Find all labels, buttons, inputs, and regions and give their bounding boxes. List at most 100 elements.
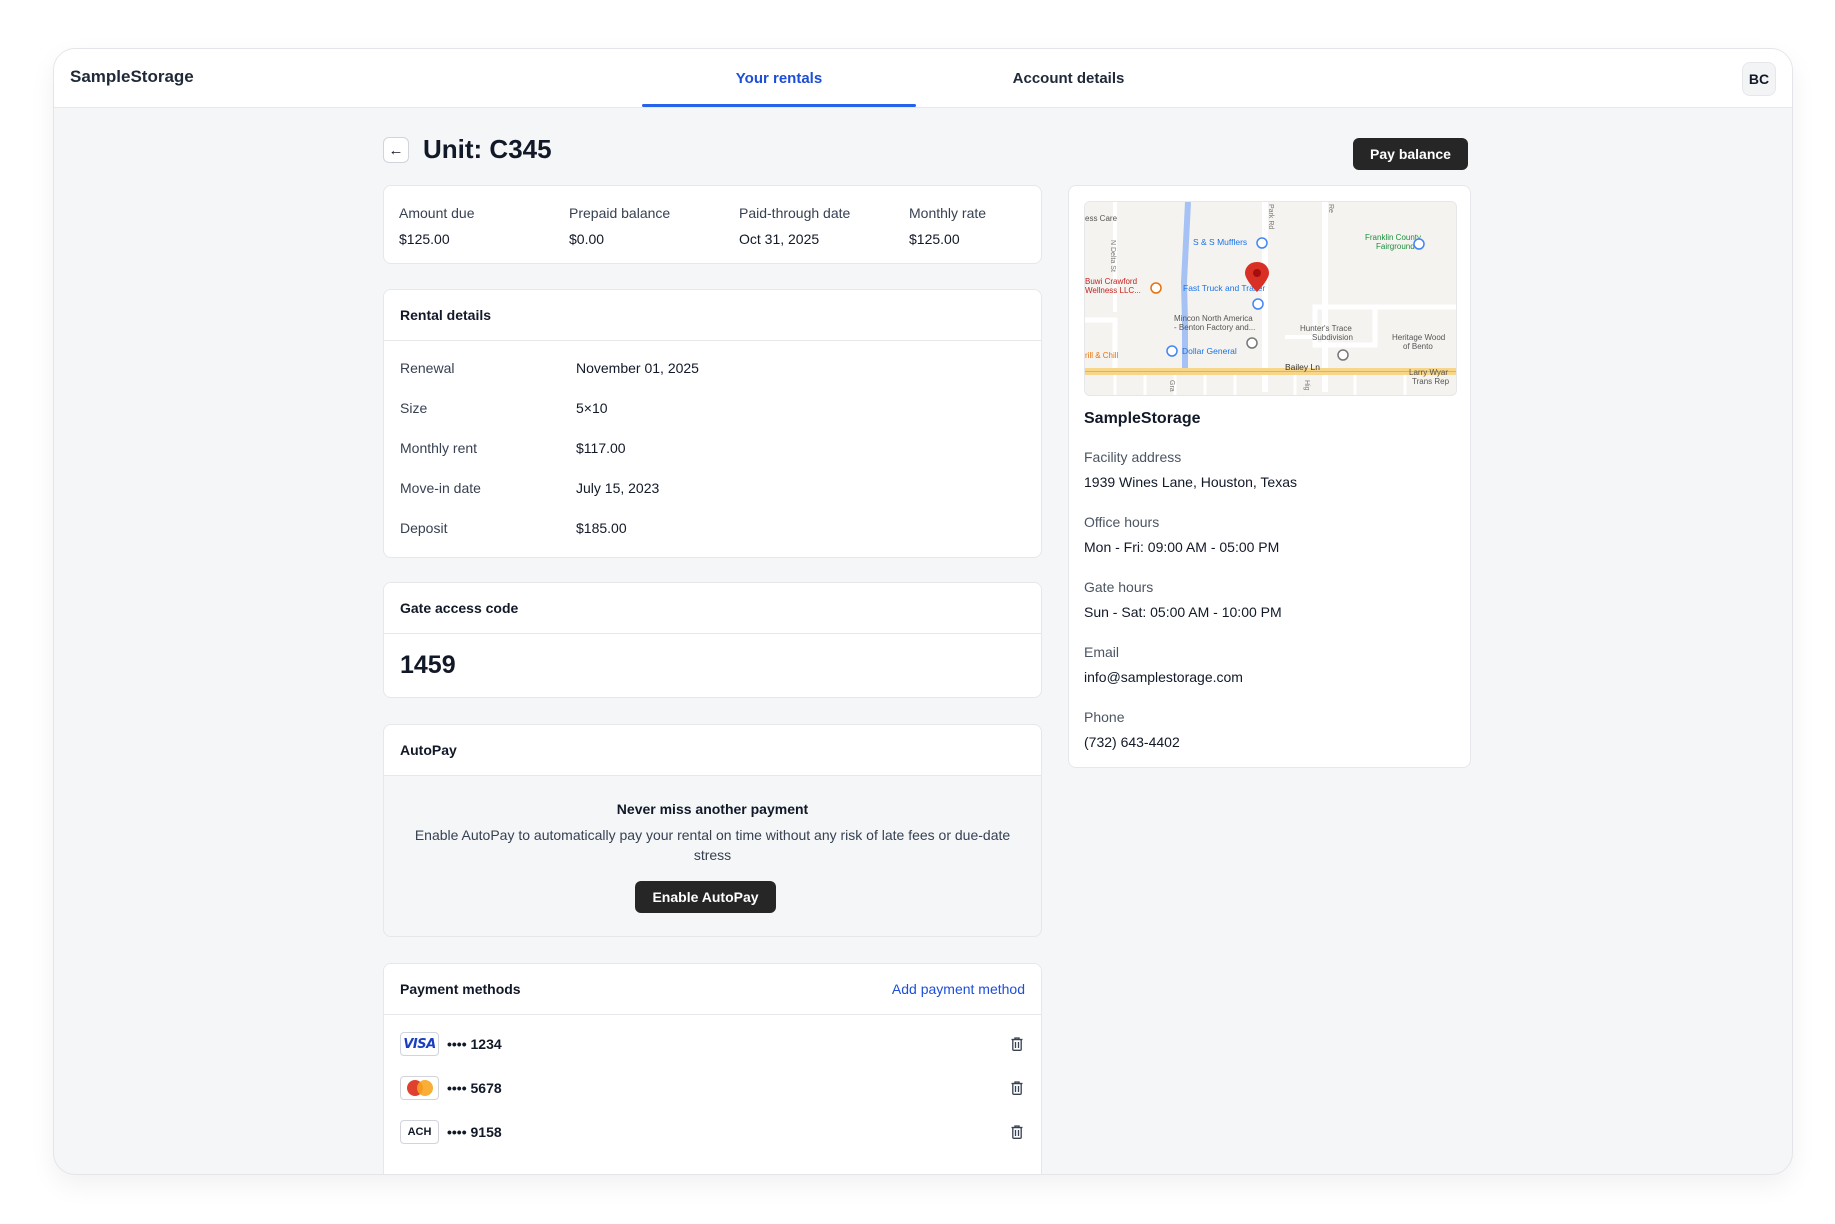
info-value: Mon - Fri: 09:00 AM - 05:00 PM — [1084, 539, 1280, 555]
card-title: Payment methods — [400, 981, 521, 997]
detail-value: July 15, 2023 — [576, 480, 660, 496]
summary-label: Amount due — [399, 205, 475, 221]
delete-payment-method-button[interactable] — [1009, 1124, 1025, 1140]
masked-card-number: •••• 5678 — [447, 1080, 502, 1096]
balance-summary-card: Amount due $125.00 Prepaid balance $0.00… — [383, 185, 1042, 264]
summary-paid-through-date: Paid-through date Oct 31, 2025 — [739, 205, 850, 247]
facility-map[interactable]: ess Care S & S Mufflers Franklin County … — [1084, 201, 1457, 396]
trash-icon — [1011, 1081, 1023, 1095]
gate-access-card: Gate access code 1459 — [383, 582, 1042, 698]
card-header: Payment methods Add payment method — [384, 964, 1041, 1015]
map-label: Hig — [1303, 380, 1310, 391]
map-label: Park Rd — [1267, 204, 1274, 229]
tab-account-details[interactable]: Account details — [932, 49, 1205, 107]
autopay-headline: Never miss another payment — [616, 801, 809, 817]
gate-access-code: 1459 — [400, 651, 456, 679]
map-label: Fairground — [1376, 242, 1415, 251]
info-value: Sun - Sat: 05:00 AM - 10:00 PM — [1084, 604, 1282, 620]
card-header: Rental details — [384, 290, 1041, 341]
facility-name: SampleStorage — [1084, 410, 1201, 427]
trash-icon — [1011, 1037, 1023, 1051]
pay-balance-button[interactable]: Pay balance — [1353, 138, 1468, 170]
app-window: SampleStorage Your rentals Account detai… — [53, 48, 1793, 1175]
mastercard-logo — [406, 1080, 433, 1096]
map-label: Wellness LLC... — [1085, 286, 1141, 295]
back-button[interactable]: ← — [383, 137, 409, 163]
detail-label: Monthly rent — [400, 440, 478, 456]
card-brand-label: VISA — [403, 1036, 436, 1052]
detail-label: Renewal — [400, 360, 455, 376]
map-label: Dollar General — [1182, 346, 1237, 356]
map-label: Franklin County — [1365, 233, 1421, 242]
map-label: ess Care — [1085, 214, 1118, 223]
map-label: rill & Chill — [1085, 351, 1119, 360]
phone-block: Phone (732) 643-4402 — [1084, 709, 1180, 750]
card-brand-label: ACH — [407, 1126, 432, 1138]
map-label: - Benton Factory and... — [1174, 323, 1255, 332]
card-header: Gate access code — [384, 583, 1041, 634]
payment-method-row: VISA •••• 1234 — [400, 1031, 1025, 1057]
payment-method-row: •••• 5678 — [400, 1075, 1025, 1101]
masked-card-number: •••• 9158 — [447, 1124, 502, 1140]
map-label: N Delta St — [1109, 240, 1116, 272]
map-label: S & S Mufflers — [1193, 237, 1247, 247]
ach-icon: ACH — [400, 1120, 439, 1144]
detail-value: 5×10 — [576, 400, 608, 416]
summary-value: Oct 31, 2025 — [739, 231, 820, 247]
gate-hours-block: Gate hours Sun - Sat: 05:00 AM - 10:00 P… — [1084, 579, 1282, 620]
map-label: Subdivision — [1312, 333, 1353, 342]
facility-address-block: Facility address 1939 Wines Lane, Housto… — [1084, 449, 1297, 490]
mastercard-icon — [400, 1076, 439, 1100]
detail-value: $117.00 — [576, 440, 626, 456]
arrow-left-icon: ← — [388, 141, 404, 159]
enable-autopay-button[interactable]: Enable AutoPay — [635, 881, 776, 913]
map-label: Mincon North America — [1174, 314, 1253, 323]
delete-payment-method-button[interactable] — [1009, 1036, 1025, 1052]
detail-label: Deposit — [400, 520, 448, 536]
tab-your-rentals[interactable]: Your rentals — [642, 49, 916, 107]
detail-row-size: Size 5×10 — [400, 398, 608, 418]
summary-label: Paid-through date — [739, 205, 851, 221]
map-label: Hunter's Trace — [1300, 324, 1352, 333]
info-value: 1939 Wines Lane, Houston, Texas — [1084, 474, 1297, 490]
facility-info-card: ess Care S & S Mufflers Franklin County … — [1068, 185, 1471, 768]
map-label: Buwi Crawford — [1085, 277, 1137, 286]
detail-value: November 01, 2025 — [576, 360, 699, 376]
trash-icon — [1011, 1125, 1023, 1139]
add-payment-method-link[interactable]: Add payment method — [892, 981, 1025, 997]
card-title: Rental details — [400, 307, 492, 323]
email-value[interactable]: info@samplestorage.com — [1084, 669, 1243, 685]
detail-value: $185.00 — [576, 520, 627, 536]
detail-row-deposit: Deposit $185.00 — [400, 518, 627, 538]
map-label: Larry Wyar — [1409, 368, 1448, 377]
page-title: Unit: C345 — [423, 134, 552, 164]
detail-label: Move-in date — [400, 480, 481, 496]
rental-details-card: Rental details Renewal November 01, 2025… — [383, 289, 1042, 558]
map-label: Heritage Wood — [1392, 333, 1445, 342]
detail-row-move-in-date: Move-in date July 15, 2023 — [400, 478, 659, 498]
map-label: Trans Rep — [1412, 377, 1450, 386]
payment-methods-card: Payment methods Add payment method VISA … — [383, 963, 1042, 1174]
visa-icon: VISA — [400, 1032, 439, 1056]
summary-label: Monthly rate — [909, 205, 987, 221]
detail-row-monthly-rent: Monthly rent $117.00 — [400, 438, 626, 458]
phone-value[interactable]: (732) 643-4402 — [1084, 734, 1180, 750]
info-label: Phone — [1084, 709, 1125, 725]
masked-card-number: •••• 1234 — [447, 1036, 502, 1052]
map-label: Bailey Ln — [1285, 362, 1320, 372]
card-title: Gate access code — [400, 600, 519, 616]
autopay-description: Enable AutoPay to automatically pay your… — [414, 827, 1011, 863]
brand-logo[interactable]: SampleStorage — [70, 67, 194, 87]
detail-row-renewal: Renewal November 01, 2025 — [400, 358, 699, 378]
summary-value: $0.00 — [569, 231, 605, 247]
card-title: AutoPay — [400, 742, 457, 758]
info-label: Facility address — [1084, 449, 1182, 465]
user-avatar[interactable]: BC — [1742, 62, 1776, 96]
main-content: ← Unit: C345 Pay balance Amount due $125… — [383, 134, 1472, 1174]
office-hours-block: Office hours Mon - Fri: 09:00 AM - 05:00… — [1084, 514, 1279, 555]
top-navigation-bar: SampleStorage Your rentals Account detai… — [54, 49, 1792, 108]
info-label: Email — [1084, 644, 1120, 660]
info-label: Office hours — [1084, 514, 1160, 530]
delete-payment-method-button[interactable] — [1009, 1080, 1025, 1096]
autopay-card: AutoPay Never miss another payment Enabl… — [383, 724, 1042, 937]
